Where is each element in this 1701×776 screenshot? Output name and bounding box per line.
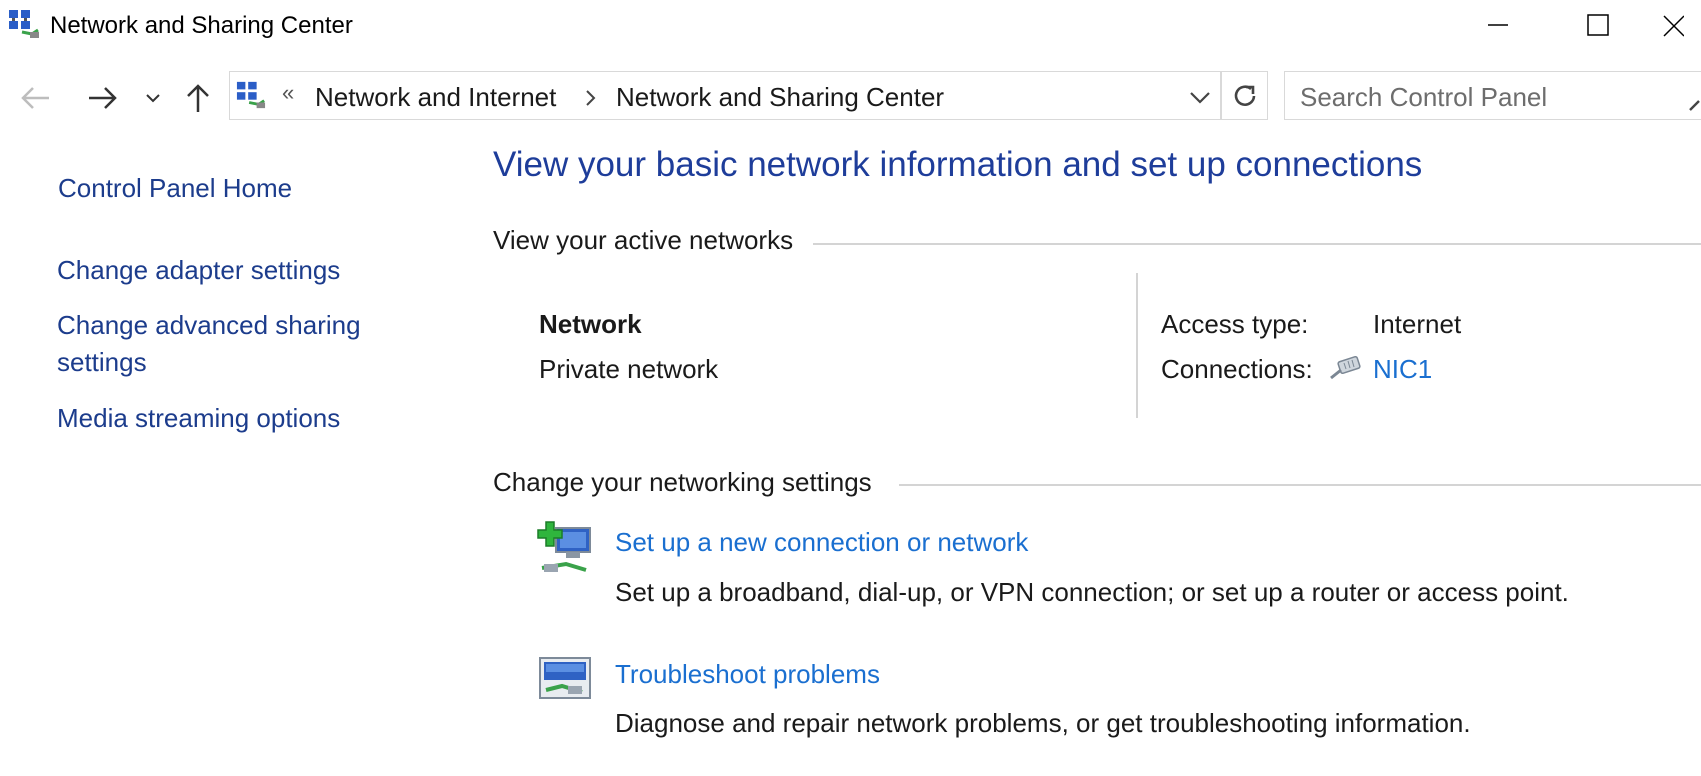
- forward-button[interactable]: [82, 78, 124, 118]
- back-button[interactable]: [14, 78, 56, 118]
- breadcrumb-separator-icon: [584, 88, 598, 113]
- active-networks-heading: View your active networks: [493, 225, 794, 255]
- refresh-icon: [1234, 84, 1255, 106]
- troubleshoot-problems-description: Diagnose and repair network problems, or…: [615, 708, 1471, 738]
- network-category: Private network: [539, 354, 719, 384]
- connections-label: Connections:: [1161, 354, 1313, 384]
- network-info-divider: [1136, 273, 1138, 418]
- window-title: Network and Sharing Center: [50, 12, 353, 39]
- media-streaming-options-link[interactable]: Media streaming options: [57, 400, 340, 437]
- breadcrumb-network-and-internet[interactable]: Network and Internet: [315, 82, 556, 113]
- change-advanced-sharing-line2: settings: [57, 347, 147, 377]
- window-icon: [8, 8, 40, 40]
- control-panel-home-link[interactable]: Control Panel Home: [58, 170, 292, 207]
- address-network-icon: [236, 80, 266, 110]
- maximize-button[interactable]: [1568, 0, 1628, 50]
- access-type-label: Access type:: [1161, 309, 1309, 339]
- setup-new-connection-link[interactable]: Set up a new connection or network: [615, 527, 1028, 558]
- close-button[interactable]: [1660, 0, 1701, 50]
- troubleshoot-problems-link[interactable]: Troubleshoot problems: [615, 659, 880, 690]
- recent-locations-chevron-icon[interactable]: [140, 78, 166, 118]
- change-settings-rule: [899, 484, 1701, 486]
- change-advanced-sharing-settings-link[interactable]: Change advanced sharing settings: [57, 307, 361, 381]
- address-dropdown-chevron-icon[interactable]: [1188, 88, 1212, 111]
- nic1-connection-link[interactable]: NIC1: [1373, 354, 1432, 385]
- active-networks-rule: [813, 243, 1701, 245]
- ethernet-icon: [1329, 355, 1365, 387]
- up-button[interactable]: [180, 78, 216, 118]
- search-placeholder: Search Control Panel: [1300, 82, 1548, 112]
- minimize-button[interactable]: [1468, 0, 1528, 50]
- change-adapter-settings-link[interactable]: Change adapter settings: [57, 252, 340, 289]
- search-icon[interactable]: [1688, 92, 1701, 117]
- new-connection-icon: [536, 520, 594, 581]
- network-name: Network: [539, 309, 642, 339]
- search-input[interactable]: Search Control Panel: [1284, 71, 1701, 120]
- change-advanced-sharing-line1: Change advanced sharing: [57, 310, 361, 340]
- breadcrumb-overflow[interactable]: «: [282, 80, 294, 106]
- setup-new-connection-description: Set up a broadband, dial-up, or VPN conn…: [615, 577, 1569, 607]
- page-title: View your basic network information and …: [493, 145, 1423, 184]
- troubleshoot-icon: [538, 656, 592, 707]
- breadcrumb-network-and-sharing-center[interactable]: Network and Sharing Center: [616, 82, 944, 113]
- change-settings-heading: Change your networking settings: [493, 467, 872, 497]
- refresh-button[interactable]: [1221, 71, 1268, 120]
- access-type-value: Internet: [1373, 309, 1462, 339]
